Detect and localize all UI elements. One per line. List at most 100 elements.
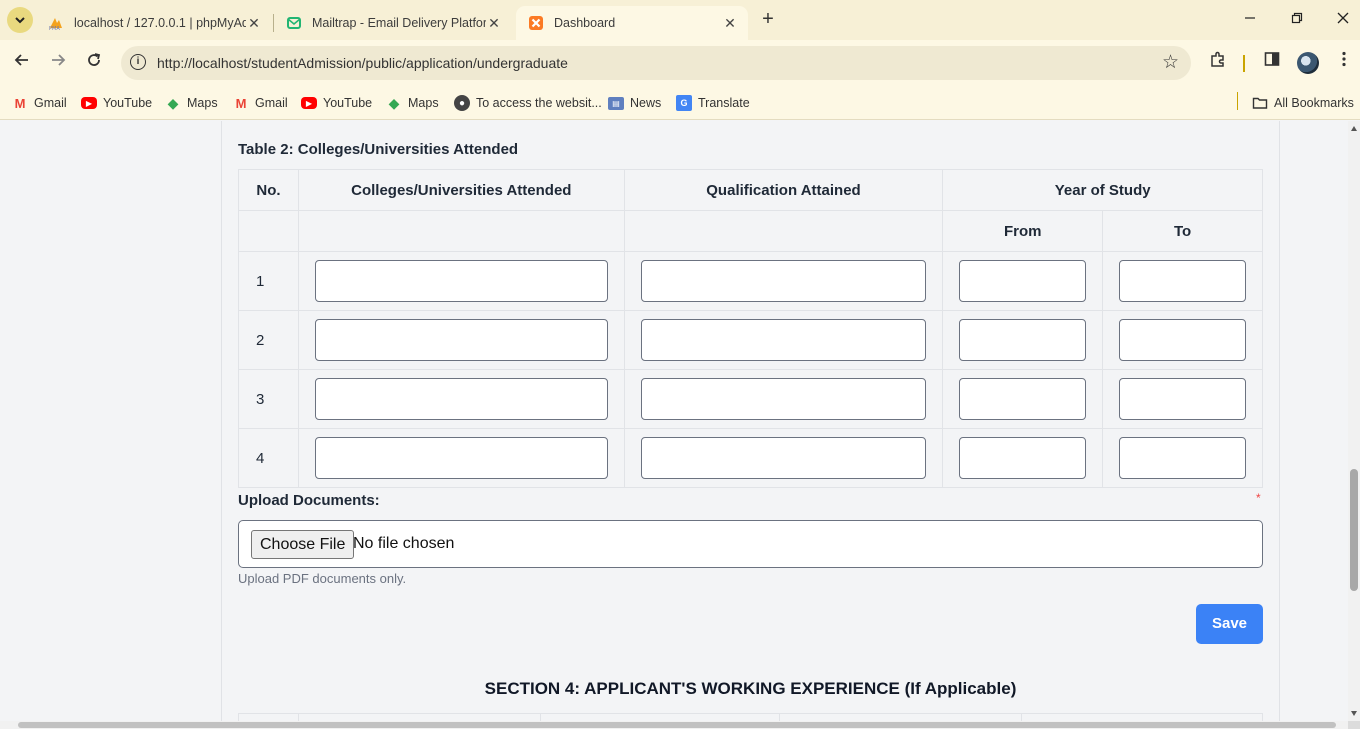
bookmark-label: To access the websit... <box>476 96 602 110</box>
extensions-icon[interactable] <box>1206 51 1230 75</box>
scrollbar-thumb[interactable] <box>1350 469 1358 591</box>
news-icon: ▤ <box>608 96 624 110</box>
browser-toolbar: i http://localhost/studentAdmission/publ… <box>0 40 1360 86</box>
row-number: 4 <box>238 428 299 488</box>
colleges-table: No. Colleges/Universities Attended Quali… <box>238 169 1263 488</box>
table-row: 3 <box>238 369 1263 429</box>
year-to-input[interactable] <box>1119 437 1246 479</box>
year-from-input[interactable] <box>959 378 1087 420</box>
youtube-icon: ▶ <box>81 97 97 109</box>
maps-icon: ◆ <box>167 94 179 111</box>
college-input[interactable] <box>314 378 608 420</box>
qualification-input[interactable] <box>640 319 927 361</box>
header-empty <box>623 210 944 252</box>
qualification-input[interactable] <box>640 260 927 302</box>
bookmark-website[interactable]: ● To access the websit... <box>454 93 602 113</box>
translate-icon: G <box>676 95 692 111</box>
upload-documents-label: Upload Documents: <box>238 492 380 509</box>
new-tab-button[interactable]: + <box>757 8 779 30</box>
header-from: From <box>942 210 1104 252</box>
year-from-input[interactable] <box>959 319 1087 361</box>
college-input[interactable] <box>314 437 608 479</box>
year-to-input[interactable] <box>1119 319 1246 361</box>
gmail-icon: M <box>14 95 26 111</box>
file-upload-field[interactable]: Choose File No file chosen <box>238 520 1263 568</box>
bookmark-youtube[interactable]: ▶ YouTube <box>301 93 372 113</box>
close-icon[interactable]: ✕ <box>486 15 502 32</box>
xampp-icon <box>529 16 543 30</box>
tab-mailtrap[interactable]: Mailtrap - Email Delivery Platform ✕ <box>274 6 512 40</box>
restore-icon[interactable] <box>1285 8 1309 32</box>
header-empty <box>297 210 625 252</box>
qualification-input[interactable] <box>640 378 927 420</box>
required-marker: * <box>1256 491 1261 505</box>
bookmark-label: Translate <box>698 96 750 110</box>
address-bar[interactable]: i http://localhost/studentAdmission/publ… <box>121 46 1191 80</box>
header-empty <box>238 210 299 252</box>
menu-kebab-icon[interactable] <box>1332 51 1356 75</box>
tab-title: localhost / 127.0.0.1 | phpMyAdmin <box>74 16 246 30</box>
header-qualification: Qualification Attained <box>623 169 944 211</box>
minimize-icon[interactable] <box>1238 8 1262 32</box>
side-panel-icon[interactable] <box>1260 51 1284 75</box>
horizontal-scrollbar[interactable] <box>0 721 1348 729</box>
bookmark-label: Gmail <box>255 96 288 110</box>
tab-title: Dashboard <box>554 16 616 30</box>
svg-text:PMA: PMA <box>49 26 60 31</box>
year-to-input[interactable] <box>1119 260 1246 302</box>
scrollbar-corner <box>1348 721 1360 729</box>
tab-phpmyadmin[interactable]: PMA localhost / 127.0.0.1 | phpMyAdmin ✕ <box>36 6 272 40</box>
bookmark-translate[interactable]: G Translate <box>676 93 750 113</box>
choose-file-button[interactable]: Choose File <box>251 530 355 559</box>
bookmark-youtube[interactable]: ▶ YouTube <box>81 93 152 113</box>
close-icon[interactable]: ✕ <box>722 15 738 32</box>
year-to-input[interactable] <box>1119 378 1246 420</box>
bookmarks-divider <box>1237 92 1238 110</box>
bookmark-maps[interactable]: ◆ Maps <box>165 93 218 113</box>
all-bookmarks[interactable]: All Bookmarks <box>1252 93 1354 113</box>
tab-search-button[interactable] <box>7 7 33 33</box>
bookmark-label: Maps <box>187 96 218 110</box>
year-from-input[interactable] <box>959 260 1087 302</box>
reload-icon[interactable] <box>82 51 106 75</box>
scrollbar-thumb[interactable] <box>18 722 1336 728</box>
tab-dashboard[interactable]: Dashboard ✕ <box>516 6 748 40</box>
header-no: No. <box>238 169 299 211</box>
table-row: 4 <box>238 428 1263 488</box>
scroll-down-icon[interactable] <box>1351 711 1357 716</box>
all-bookmarks-label: All Bookmarks <box>1274 96 1354 110</box>
tab-title: Mailtrap - Email Delivery Platform <box>312 16 486 30</box>
vertical-scrollbar[interactable] <box>1348 121 1360 721</box>
table-title: Table 2: Colleges/Universities Attended <box>238 141 519 158</box>
row-number: 1 <box>238 251 299 311</box>
bookmark-gmail[interactable]: M Gmail <box>12 93 67 113</box>
back-icon[interactable] <box>10 51 34 75</box>
url-text[interactable]: http://localhost/studentAdmission/public… <box>157 55 568 71</box>
tab-strip: PMA localhost / 127.0.0.1 | phpMyAdmin ✕… <box>0 0 1360 40</box>
forward-icon[interactable] <box>46 51 70 75</box>
bookmark-label: Maps <box>408 96 439 110</box>
close-icon[interactable]: ✕ <box>246 15 262 32</box>
chevron-down-icon <box>15 17 25 24</box>
upload-hint: Upload PDF documents only. <box>238 571 407 586</box>
window-close-icon[interactable] <box>1331 8 1355 32</box>
scroll-up-icon[interactable] <box>1351 126 1357 131</box>
profile-avatar[interactable] <box>1297 52 1319 74</box>
bookmark-maps[interactable]: ◆ Maps <box>386 93 439 113</box>
table-row: 2 <box>238 310 1263 370</box>
college-input[interactable] <box>314 319 608 361</box>
qualification-input[interactable] <box>640 437 927 479</box>
site-info-icon[interactable]: i <box>130 54 146 70</box>
bookmark-star-icon[interactable]: ☆ <box>1162 51 1179 74</box>
bookmark-gmail[interactable]: M Gmail <box>233 93 288 113</box>
row-number: 2 <box>238 310 299 370</box>
bookmark-news[interactable]: ▤ News <box>608 93 661 113</box>
phpmyadmin-icon: PMA <box>49 18 62 31</box>
row-number: 3 <box>238 369 299 429</box>
header-colleges: Colleges/Universities Attended <box>297 169 625 211</box>
bookmark-label: News <box>630 96 662 110</box>
save-button[interactable]: Save <box>1196 604 1263 644</box>
college-input[interactable] <box>314 260 608 302</box>
maps-icon: ◆ <box>388 94 400 111</box>
year-from-input[interactable] <box>959 437 1087 479</box>
